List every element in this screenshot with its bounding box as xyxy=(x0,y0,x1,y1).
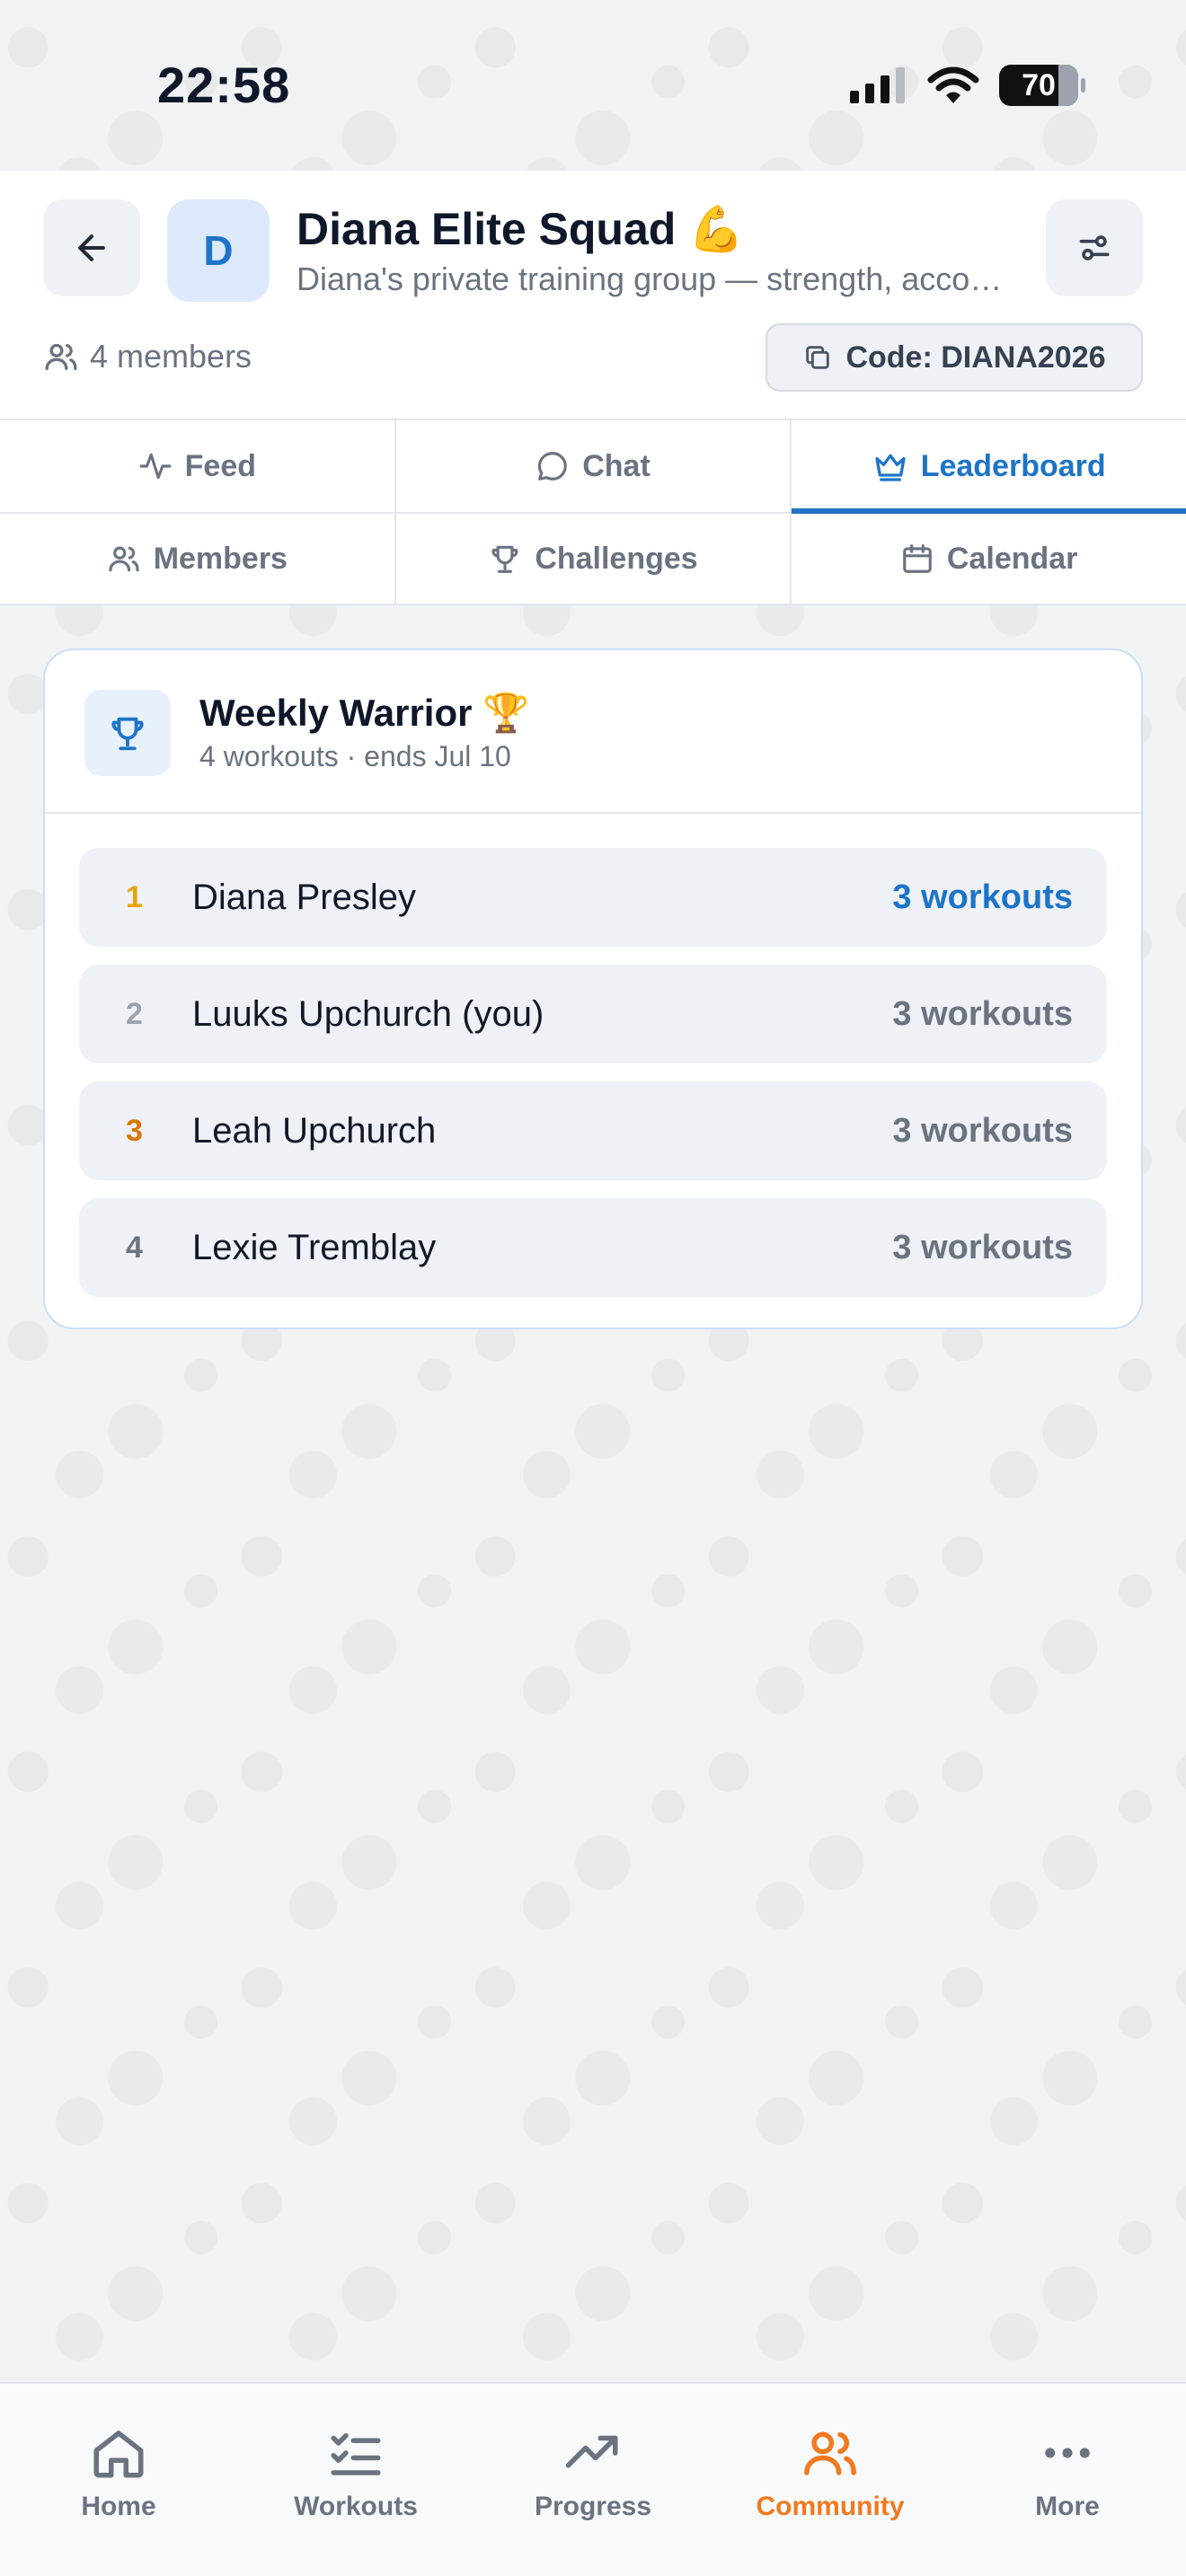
tab-label: Calendar xyxy=(946,541,1078,576)
battery-indicator: 70 xyxy=(999,65,1085,106)
challenge-leaderboard-card: Weekly Warrior 🏆 4 workouts · ends Jul 1… xyxy=(43,648,1143,1329)
activity-icon xyxy=(139,453,172,480)
tab-feed[interactable]: Feed xyxy=(0,420,396,512)
nav-home[interactable]: Home xyxy=(20,2423,217,2576)
wifi-icon xyxy=(927,66,979,103)
crown-icon xyxy=(875,454,906,481)
member-name: Luuks Upchurch (you) xyxy=(192,993,544,1034)
nav-label: Community xyxy=(756,2492,905,2521)
nav-label: Progress xyxy=(534,2492,652,2521)
tab-members[interactable]: Members xyxy=(0,514,396,604)
rank-number: 4 xyxy=(126,1230,143,1265)
challenge-title: Weekly Warrior 🏆 xyxy=(199,692,530,734)
tab-label: Members xyxy=(153,541,288,576)
status-bar: 22:58 70 xyxy=(0,0,1186,171)
challenge-subtitle: 4 workouts · ends Jul 10 xyxy=(199,740,511,772)
group-avatar: D xyxy=(167,199,270,302)
workout-count: 3 workouts xyxy=(892,1111,1073,1150)
tab-calendar[interactable]: Calendar xyxy=(792,514,1186,604)
member-name: Leah Upchurch xyxy=(192,1110,437,1151)
leaderboard-row[interactable]: 4 Lexie Tremblay 3 workouts xyxy=(79,1198,1107,1297)
member-name: Diana Presley xyxy=(192,877,417,917)
members-count: 4 members xyxy=(43,338,252,375)
tab-chat[interactable]: Chat xyxy=(396,420,792,512)
leaderboard-row[interactable]: 3 Leah Upchurch 3 workouts xyxy=(79,1081,1107,1180)
leaderboard-row[interactable]: 2 Luuks Upchurch (you) 3 workouts xyxy=(79,965,1107,1063)
group-description: Diana's private training group — strengt… xyxy=(296,260,1006,297)
signal-icon xyxy=(850,67,905,103)
member-name: Lexie Tremblay xyxy=(192,1227,437,1267)
tab-leaderboard[interactable]: Leaderboard xyxy=(792,420,1186,514)
group-tabs: Feed Chat Leaderboard Members Challenges… xyxy=(0,420,1186,605)
tab-challenges[interactable]: Challenges xyxy=(396,514,792,604)
tab-label: Leaderboard xyxy=(920,448,1106,483)
nav-more[interactable]: More xyxy=(969,2423,1166,2576)
tab-label: Feed xyxy=(184,448,257,483)
nav-label: Workouts xyxy=(294,2492,418,2521)
code-label: Code: DIANA2026 xyxy=(845,340,1106,375)
rank-number: 1 xyxy=(126,879,143,914)
copy-icon xyxy=(806,346,830,369)
bottom-navigation: Home Workouts Progress Community More xyxy=(0,2382,1186,2576)
leaderboard-list: 1 Diana Presley 3 workouts 2 Luuks Upchu… xyxy=(45,814,1141,1297)
users-icon xyxy=(109,546,139,572)
trophy-icon xyxy=(491,545,518,573)
home-icon xyxy=(93,2430,144,2478)
sliders-icon xyxy=(1079,235,1110,260)
arrow-left-icon xyxy=(78,234,105,261)
group-header: D Diana Elite Squad 💪 Diana's private tr… xyxy=(0,171,1186,420)
status-icons: 70 xyxy=(850,65,1085,106)
nav-progress[interactable]: Progress xyxy=(494,2423,692,2576)
tab-label: Challenges xyxy=(535,541,698,576)
challenge-icon-box xyxy=(84,690,171,776)
nav-label: More xyxy=(1035,2492,1100,2521)
workout-count: 3 workouts xyxy=(892,994,1073,1033)
rank-number: 2 xyxy=(126,996,143,1031)
workout-count: 3 workouts xyxy=(892,878,1073,916)
group-title: Diana Elite Squad 💪 xyxy=(296,204,745,254)
nav-workouts[interactable]: Workouts xyxy=(257,2423,455,2576)
settings-button[interactable] xyxy=(1046,199,1143,296)
more-dots-icon xyxy=(1045,2448,1090,2458)
battery-level-text: 70 xyxy=(1022,67,1056,102)
workout-count: 3 workouts xyxy=(892,1228,1073,1266)
leaderboard-row[interactable]: 1 Diana Presley 3 workouts xyxy=(79,848,1107,947)
copy-code-button[interactable]: Code: DIANA2026 xyxy=(766,323,1143,392)
rank-number: 3 xyxy=(126,1113,143,1148)
nav-community[interactable]: Community xyxy=(731,2423,929,2576)
challenge-header: Weekly Warrior 🏆 4 workouts · ends Jul 1… xyxy=(45,650,1141,814)
trending-up-icon xyxy=(565,2435,618,2468)
tab-label: Chat xyxy=(582,448,651,483)
members-count-label: 4 members xyxy=(90,338,252,375)
chat-bubble-icon xyxy=(538,452,567,481)
status-time: 22:58 xyxy=(157,57,291,113)
trophy-icon xyxy=(111,717,144,751)
calendar-icon xyxy=(903,544,932,573)
back-button[interactable] xyxy=(43,199,140,296)
users-icon xyxy=(45,343,77,370)
community-icon xyxy=(804,2431,856,2475)
checklist-icon xyxy=(331,2433,381,2475)
nav-label: Home xyxy=(81,2492,156,2521)
